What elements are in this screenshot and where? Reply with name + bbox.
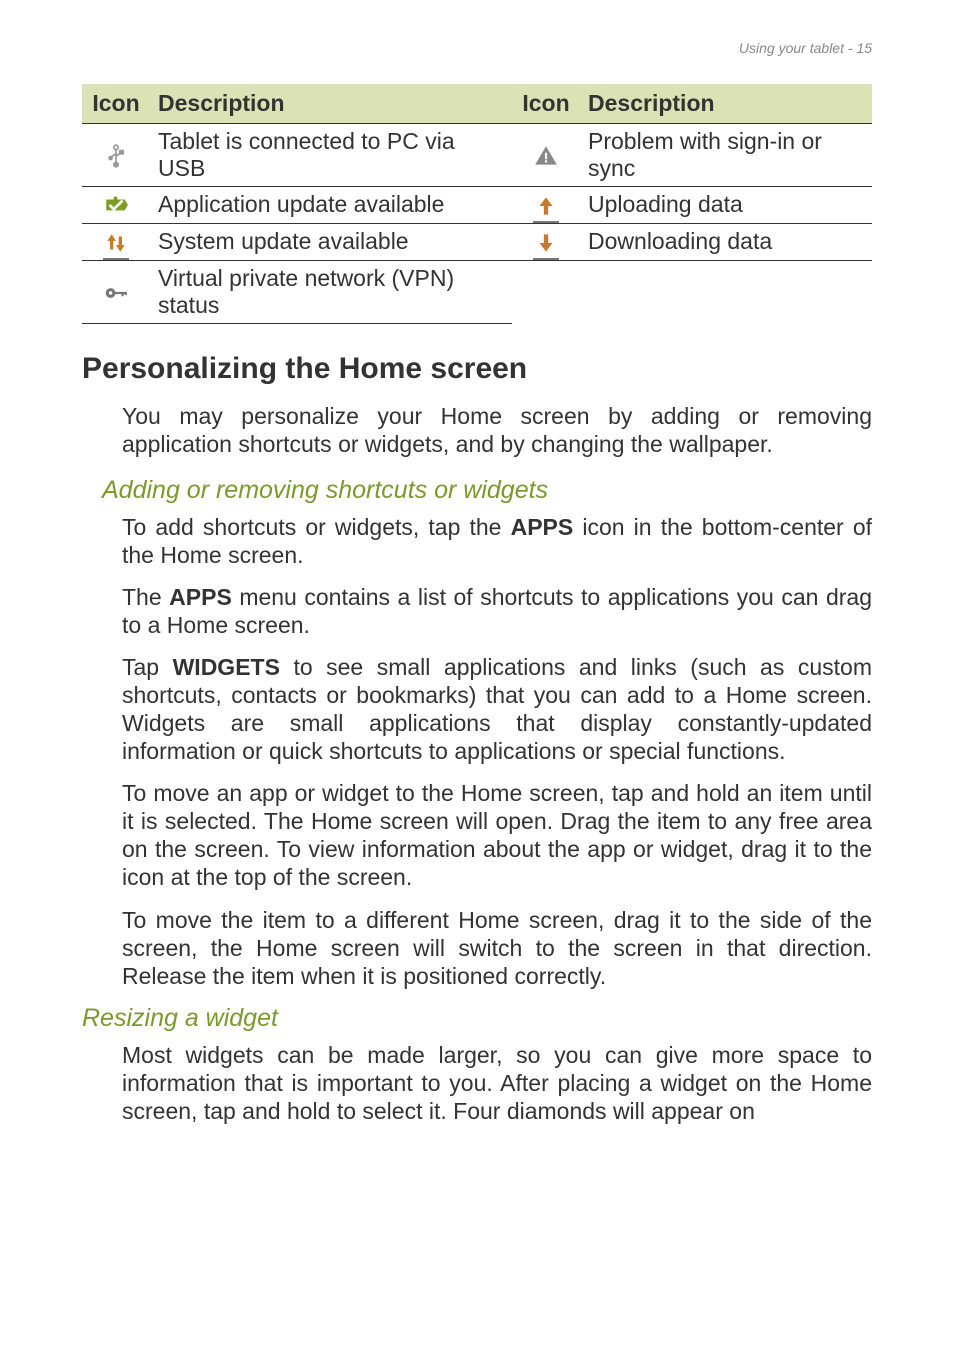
cell-desc: System update available bbox=[152, 223, 512, 260]
text-fragment: menu contains a list of shortcuts to app… bbox=[122, 584, 872, 638]
cell-empty bbox=[582, 260, 872, 323]
subheading-shortcuts: Adding or removing shortcuts or widgets bbox=[102, 476, 872, 505]
cell-desc: Problem with sign-in or sync bbox=[582, 124, 872, 187]
text-fragment: The bbox=[122, 584, 169, 610]
th-icon-2: Icon bbox=[512, 84, 582, 124]
upload-icon-wrap bbox=[533, 191, 559, 219]
update-badge-icon bbox=[103, 193, 129, 219]
section-heading-personalizing: Personalizing the Home screen bbox=[82, 352, 872, 386]
updown-arrows-icon bbox=[103, 230, 129, 256]
text-fragment: To add shortcuts or widgets, tap the bbox=[122, 514, 511, 540]
subheading-resizing: Resizing a widget bbox=[82, 1004, 872, 1033]
cell-icon bbox=[82, 260, 152, 323]
table-row: Application update available Uploading d… bbox=[82, 187, 872, 224]
para-apps-menu: The APPS menu contains a list of shortcu… bbox=[122, 583, 872, 639]
para-resize: Most widgets can be made larger, so you … bbox=[122, 1041, 872, 1125]
page-header: Using your tablet - 15 bbox=[82, 40, 872, 56]
cell-icon bbox=[512, 223, 582, 260]
cell-icon bbox=[512, 124, 582, 187]
cell-desc: Uploading data bbox=[582, 187, 872, 224]
para-intro: You may personalize your Home screen by … bbox=[122, 402, 872, 458]
table-row: Virtual private network (VPN) status bbox=[82, 260, 872, 323]
icon-description-table: Icon Description Icon Description Tablet… bbox=[82, 84, 872, 324]
table-header-row: Icon Description Icon Description bbox=[82, 84, 872, 124]
para-widgets: Tap WIDGETS to see small applications an… bbox=[122, 653, 872, 765]
bold-apps-1: APPS bbox=[511, 514, 574, 540]
warning-icon bbox=[533, 143, 559, 169]
table-row: System update available Downloading data bbox=[82, 223, 872, 260]
cell-icon bbox=[82, 124, 152, 187]
cell-icon bbox=[82, 223, 152, 260]
updown-icon-wrap bbox=[103, 228, 129, 256]
download-icon bbox=[533, 230, 559, 256]
cell-icon bbox=[512, 187, 582, 224]
bold-apps-2: APPS bbox=[169, 584, 232, 610]
page: Using your tablet - 15 Icon Description … bbox=[0, 0, 954, 1352]
text-fragment: Tap bbox=[122, 654, 173, 680]
cell-desc: Application update available bbox=[152, 187, 512, 224]
cell-icon bbox=[82, 187, 152, 224]
cell-desc: Downloading data bbox=[582, 223, 872, 260]
para-move-screen: To move the item to a different Home scr… bbox=[122, 906, 872, 990]
usb-icon bbox=[103, 143, 129, 169]
vpn-key-icon bbox=[103, 280, 129, 306]
bold-widgets: WIDGETS bbox=[173, 654, 280, 680]
table-row: Tablet is connected to PC via USB Proble… bbox=[82, 124, 872, 187]
upload-icon bbox=[533, 193, 559, 219]
para-move-app: To move an app or widget to the Home scr… bbox=[122, 779, 872, 891]
para-apps-icon: To add shortcuts or widgets, tap the APP… bbox=[122, 513, 872, 569]
cell-desc: Tablet is connected to PC via USB bbox=[152, 124, 512, 187]
th-desc-1: Description bbox=[152, 84, 512, 124]
th-desc-2: Description bbox=[582, 84, 872, 124]
cell-empty bbox=[512, 260, 582, 323]
download-icon-wrap bbox=[533, 228, 559, 256]
cell-desc: Virtual private network (VPN) status bbox=[152, 260, 512, 323]
th-icon-1: Icon bbox=[82, 84, 152, 124]
